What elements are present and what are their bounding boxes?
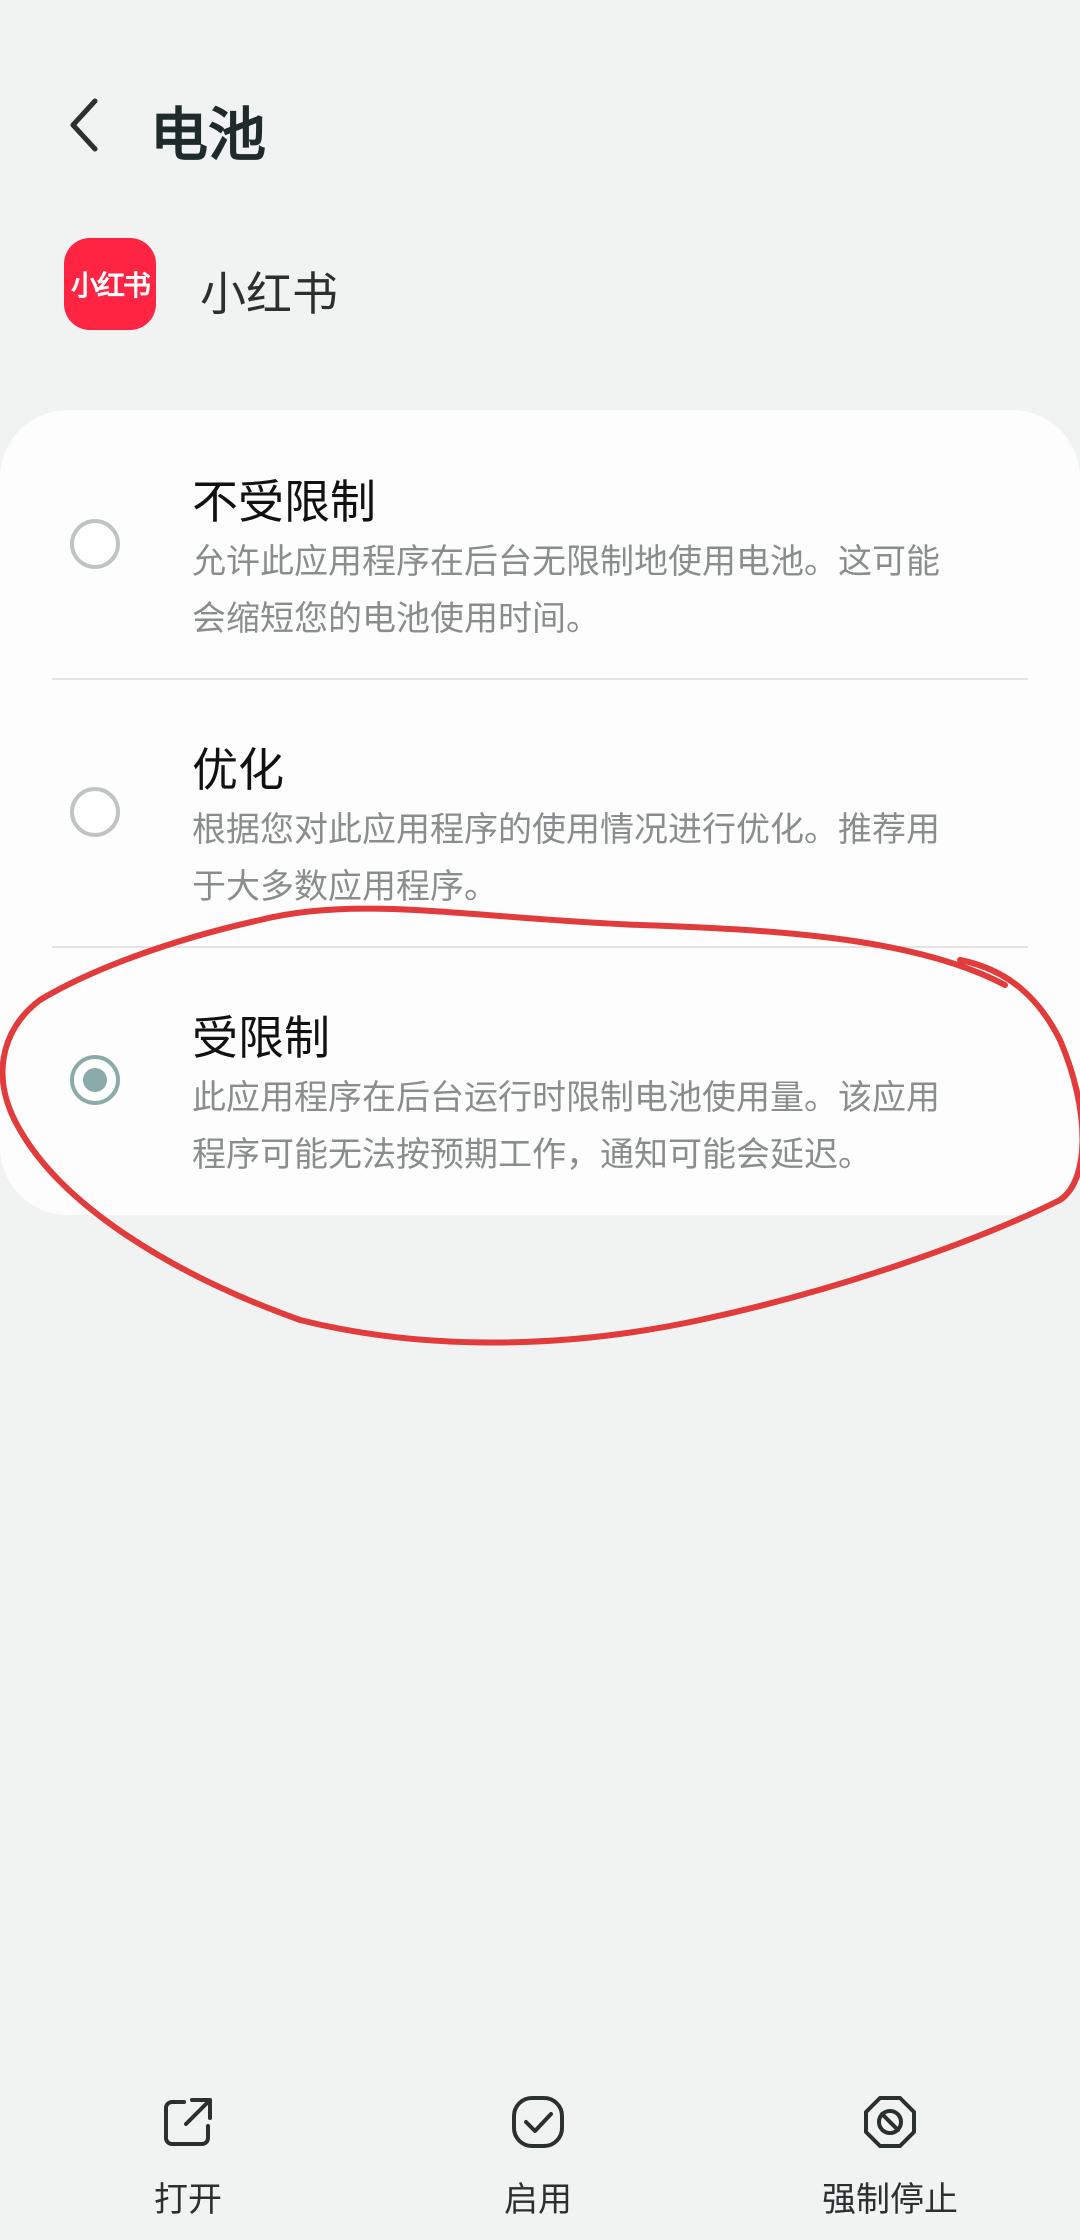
enable-label: 启用 [504, 2180, 572, 2220]
option-title: 不受限制 [192, 475, 376, 529]
app-icon-text: 小红书 [70, 269, 151, 302]
option-description: 允许此应用程序在后台无限制地使用电池。这可能会缩短您的电池使用时间。 [192, 542, 940, 639]
option-title: 优化 [192, 743, 284, 797]
back-button[interactable] [50, 90, 120, 160]
radio-unrestricted[interactable] [70, 519, 120, 569]
option-description: 根据您对此应用程序的使用情况进行优化。推荐用于大多数应用程序。 [192, 810, 940, 907]
header: 电池 [0, 60, 1080, 200]
xiaohongshu-app-icon: 小红书 [64, 238, 156, 330]
force-stop-button[interactable]: 强制停止 [770, 2090, 1010, 2240]
option-description: 此应用程序在后台运行时限制电池使用量。该应用程序可能无法按预期工作，通知可能会延… [192, 1078, 940, 1175]
app-name: 小红书 [200, 267, 338, 321]
external-open-icon [164, 2098, 212, 2146]
force-stop-label: 强制停止 [822, 2180, 958, 2220]
page-title: 电池 [150, 101, 267, 169]
option-unrestricted[interactable]: 不受限制 允许此应用程序在后台无限制地使用电池。这可能会缩短您的电池使用时间。 [0, 410, 1080, 678]
option-title: 受限制 [192, 1011, 330, 1065]
app-row: 小红书 小红书 [64, 238, 964, 334]
open-label: 打开 [154, 2180, 222, 2220]
option-optimized[interactable]: 优化 根据您对此应用程序的使用情况进行优化。推荐用于大多数应用程序。 [0, 678, 1080, 946]
radio-restricted[interactable] [70, 1055, 120, 1105]
open-button[interactable]: 打开 [68, 2090, 308, 2240]
stop-icon [864, 2096, 916, 2148]
option-restricted[interactable]: 受限制 此应用程序在后台运行时限制电池使用量。该应用程序可能无法按预期工作，通知… [0, 946, 1080, 1214]
check-circle-icon [512, 2096, 564, 2148]
enable-button[interactable]: 启用 [418, 2090, 658, 2240]
radio-optimized[interactable] [70, 787, 120, 837]
bottom-action-bar: 打开 启用 强制停止 [0, 2090, 1080, 2240]
chevron-left-icon [70, 98, 98, 152]
battery-options-card: 不受限制 允许此应用程序在后台无限制地使用电池。这可能会缩短您的电池使用时间。 … [0, 410, 1080, 1215]
